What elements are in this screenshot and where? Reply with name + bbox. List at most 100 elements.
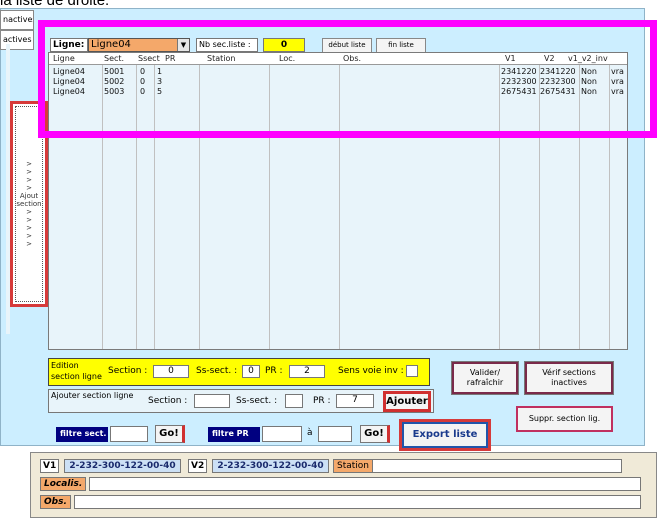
cell-v1: 2232300	[501, 77, 537, 86]
ligne-combo[interactable]: Ligne04 ▼	[88, 38, 190, 52]
cell-v1: 2675431	[501, 87, 537, 96]
cell-ligne: Ligne04	[53, 77, 85, 86]
v2-value: 2-232-300-122-00-40	[212, 459, 329, 473]
arrow-icon: >	[26, 224, 32, 232]
info-panel: V1 2-232-300-122-00-40 V2 2-232-300-122-…	[30, 452, 657, 518]
verif-sections-inactives-button[interactable]: Vérif sections inactives	[524, 361, 614, 395]
cell-pr: 5	[157, 87, 163, 96]
edition-section-panel: Edition section ligne Section : 0 Ss-sec…	[48, 358, 430, 386]
debut-liste-button[interactable]: début liste	[322, 38, 372, 53]
filtre-pr-go-button[interactable]: Go!	[360, 425, 390, 443]
ssect-input[interactable]: 0	[242, 365, 260, 378]
filtre-sect-go-button[interactable]: Go!	[155, 425, 185, 443]
export-liste-label: Export liste	[402, 422, 488, 448]
ajouter-section-label: Section :	[148, 396, 188, 406]
section-label: Section :	[108, 366, 148, 376]
col-sect: Sect.	[104, 54, 125, 63]
ligne-label: Ligne:	[50, 38, 88, 52]
col-loc: Loc.	[279, 54, 296, 63]
tab-inactives[interactable]: nactives	[0, 10, 34, 30]
filtre-pr-to-input[interactable]	[318, 426, 352, 442]
arrow-icon: >	[26, 160, 32, 168]
filtre-pr-from-input[interactable]	[262, 426, 302, 442]
col-pr: PR	[165, 54, 176, 63]
cell-v2: 2341220	[540, 67, 576, 76]
obs-field[interactable]	[74, 495, 641, 509]
cell-vra: vra	[611, 67, 624, 76]
arrow-icon: >	[26, 184, 32, 192]
cell-v2: 2675431	[540, 87, 576, 96]
arrow-icon: >	[26, 232, 32, 240]
a-label: à	[307, 428, 313, 438]
col-ssect: Ssect	[138, 54, 160, 63]
cell-pr: 3	[157, 77, 163, 86]
arrow-icon: >	[26, 168, 32, 176]
suppr-section-button[interactable]: Suppr. section lig.	[516, 406, 613, 432]
col-v2: V2	[544, 54, 555, 63]
column-divider	[199, 53, 200, 349]
cell-ssect: 0	[140, 67, 146, 76]
ssect-label: Ss-sect. :	[196, 366, 238, 376]
ajouter-ssect-label: Ss-sect. :	[236, 396, 278, 406]
fin-liste-button[interactable]: fin liste	[376, 38, 426, 53]
pr-label: PR :	[265, 366, 283, 376]
section-input[interactable]: 0	[153, 365, 189, 378]
ajouter-pr-input[interactable]: 7	[336, 394, 374, 408]
ajouter-section-panel: Ajouter section ligne Section : Ss-sect.…	[48, 389, 434, 413]
sens-voie-checkbox[interactable]	[406, 365, 418, 377]
column-divider	[499, 53, 500, 349]
ajouter-pr-label: PR :	[313, 396, 331, 406]
valider-rafraichir-button[interactable]: Valider/ rafraîchir	[451, 361, 519, 395]
cell-vra: vra	[611, 87, 624, 96]
cell-ligne: Ligne04	[53, 67, 85, 76]
col-ligne: Ligne	[53, 54, 75, 63]
cell-ssect: 0	[140, 77, 146, 86]
nb-sec-value: 0	[263, 38, 305, 52]
filtre-sect-input[interactable]	[110, 426, 148, 442]
ajout-label: Ajout	[19, 192, 39, 200]
filtre-pr-label: filtre PR	[208, 427, 260, 442]
column-divider	[339, 53, 340, 349]
edition-title: Edition	[51, 361, 79, 370]
verif-label: Vérif sections	[542, 368, 596, 377]
localis-field[interactable]	[89, 477, 641, 491]
export-liste-button[interactable]: Export liste	[399, 419, 491, 451]
cell-sect: 5003	[104, 87, 125, 96]
cell-pr: 1	[157, 67, 163, 76]
v1-value: 2-232-300-122-00-40	[64, 459, 181, 473]
arrow-icon: >	[26, 216, 32, 224]
column-divider	[579, 53, 580, 349]
cell-sect: 5001	[104, 67, 125, 76]
list-header: Ligne Sect. Ssect PR Station Loc. Obs. V…	[49, 53, 627, 65]
station-field[interactable]	[372, 459, 622, 473]
section-label: section	[16, 200, 42, 208]
chevron-down-icon[interactable]: ▼	[177, 39, 189, 51]
ajout-section-button[interactable]: > > > > Ajout section > > > > >	[10, 101, 48, 307]
ligne-combo-value: Ligne04	[91, 39, 131, 50]
ajouter-button[interactable]: Ajouter	[383, 391, 431, 412]
sens-voie-label: Sens voie inv :	[338, 366, 404, 376]
cell-v1: 2341220	[501, 67, 537, 76]
inactives-label: inactives	[551, 378, 587, 387]
cell-ligne: Ligne04	[53, 87, 85, 96]
cell-ssect: 0	[140, 87, 146, 96]
sections-list[interactable]: Ligne Sect. Ssect PR Station Loc. Obs. V…	[48, 52, 628, 350]
valider-label: Valider/	[469, 368, 501, 377]
column-divider	[609, 53, 610, 349]
col-v1: V1	[505, 54, 516, 63]
rafraichir-label: rafraîchir	[466, 378, 504, 387]
cell-sect: 5002	[104, 77, 125, 86]
arrow-icon: >	[26, 208, 32, 216]
pr-input[interactable]: 2	[289, 365, 325, 378]
cell-non: Non	[581, 87, 597, 96]
column-divider	[136, 53, 137, 349]
column-divider	[269, 53, 270, 349]
column-divider	[102, 53, 103, 349]
ajouter-title: Ajouter section ligne	[51, 391, 134, 400]
filtre-sect-label: filtre sect.	[56, 427, 108, 442]
column-divider	[539, 53, 540, 349]
cell-v2: 2232300	[540, 77, 576, 86]
arrow-icon: >	[26, 176, 32, 184]
ajouter-section-input[interactable]	[194, 394, 230, 408]
ajouter-ssect-input[interactable]	[285, 394, 303, 408]
